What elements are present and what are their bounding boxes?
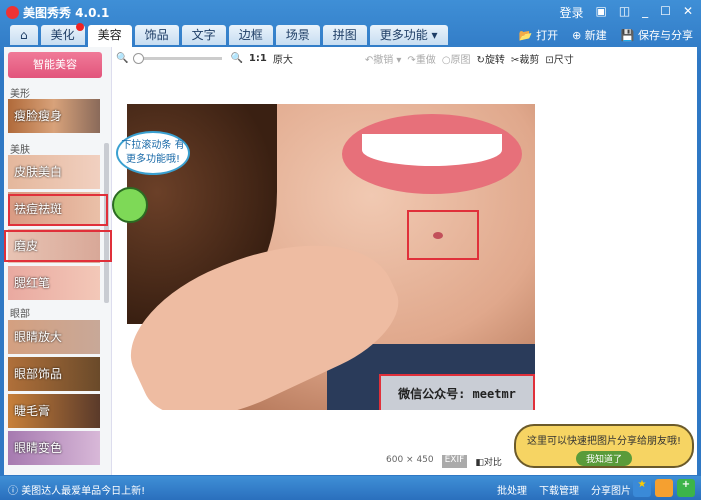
edit-toolbar: 🔍 🔍 1:1 原大 ↶撤销 ▾ ↷重做 ○原图 ↻旋转 ✂裁剪 ⊡尺寸	[116, 49, 697, 67]
news-link[interactable]: ⓘ 美图达人最爱单品今日上新!	[8, 482, 145, 497]
news-text: 美图达人最爱单品今日上新!	[21, 486, 146, 497]
close-icon[interactable]: ✕	[683, 4, 693, 21]
tab-label: 美化	[50, 28, 75, 42]
maximize-icon[interactable]: ☐	[660, 4, 671, 21]
app-logo-icon	[6, 6, 19, 19]
zoom-in-icon[interactable]: 🔍	[230, 53, 242, 64]
tab-label: 拼图	[332, 28, 357, 42]
tab-more[interactable]: 更多功能 ▾	[369, 25, 448, 45]
hint-bubble: 下拉滚动条 有更多功能哦!	[116, 131, 190, 175]
title-bar: 美图秀秀 4.0.1	[6, 4, 109, 21]
undo-label: 撤销	[373, 54, 394, 66]
save-share-button[interactable]: 💾 保存与分享	[621, 27, 693, 43]
sidebar-item-whitening[interactable]: 皮肤美白	[8, 155, 100, 189]
tab-collage[interactable]: 拼图	[322, 25, 367, 45]
sidebar-item-eye-accessories[interactable]: 眼部饰品	[8, 357, 100, 391]
image-info: 600 × 450 EXIF ◧对比	[386, 455, 502, 468]
section-title: 美形	[10, 89, 30, 100]
tab-label: 场景	[285, 28, 310, 42]
original-label: 原图	[450, 54, 471, 66]
batch-button[interactable]: 批处理	[497, 482, 527, 497]
redo-label: 重做	[415, 54, 436, 66]
new-label: 新建	[584, 29, 607, 42]
highlight-box	[4, 230, 112, 262]
exif-button[interactable]: EXIF	[441, 455, 468, 468]
tab-accessories[interactable]: 饰品	[134, 25, 179, 45]
tab-scene[interactable]: 场景	[275, 25, 320, 45]
qzone-icon[interactable]: ★	[633, 479, 651, 497]
skin-icon[interactable]: ◫	[619, 4, 630, 21]
tab-home[interactable]: ⌂	[10, 25, 38, 45]
content-area: 智能美容 美形 瘦脸瘦身 美肤 皮肤美白 祛痘祛斑 磨皮 腮红笔 眼部 眼睛放大…	[4, 47, 697, 475]
open-button[interactable]: 📂 打开	[519, 27, 558, 43]
home-icon: ⌂	[20, 28, 28, 42]
new-button[interactable]: ⊕ 新建	[572, 27, 607, 43]
minimize-icon[interactable]: _	[642, 4, 648, 21]
resize-button[interactable]: ⊡尺寸	[545, 51, 573, 66]
status-bar: ⓘ 美图达人最爱单品今日上新! 批处理 下载管理 分享图片 ★ +	[0, 476, 701, 500]
tab-frame[interactable]: 边框	[228, 25, 273, 45]
mascot-icon	[112, 187, 148, 223]
sidebar-item-eye-enlarge[interactable]: 眼睛放大	[8, 320, 100, 354]
sidebar-item-blush[interactable]: 腮红笔	[8, 266, 100, 300]
tab-label: 更多功能 ▾	[379, 28, 438, 42]
tab-beautify[interactable]: 美化	[40, 23, 85, 45]
tab-text[interactable]: 文字	[181, 25, 226, 45]
tab-label: 饰品	[144, 28, 169, 42]
rotate-label: 旋转	[484, 54, 505, 66]
original-button[interactable]: ○原图	[442, 51, 471, 66]
redo-button[interactable]: ↷重做	[407, 51, 435, 66]
zoom-slider[interactable]	[133, 52, 223, 64]
sidebar: 智能美容 美形 瘦脸瘦身 美肤 皮肤美白 祛痘祛斑 磨皮 腮红笔 眼部 眼睛放大…	[4, 47, 112, 475]
open-label: 打开	[536, 29, 559, 42]
highlight-box	[407, 210, 479, 260]
sidebar-item-slim-face[interactable]: 瘦脸瘦身	[8, 99, 100, 133]
original-size-label[interactable]: 原大	[273, 51, 293, 66]
section-title: 美肤	[10, 145, 30, 156]
section-title: 眼部	[10, 309, 30, 320]
app-title: 美图秀秀 4.0.1	[23, 6, 110, 20]
photo-teeth	[362, 134, 502, 166]
tip-text: 这里可以快速把图片分享给朋友哦!	[526, 436, 681, 447]
zoom-out-icon[interactable]: 🔍	[116, 53, 128, 64]
notification-dot	[75, 23, 84, 31]
login-link[interactable]: 登录	[559, 4, 583, 21]
tab-label: 边框	[238, 28, 263, 42]
compare-label: 对比	[483, 458, 502, 468]
smart-beauty-button[interactable]: 智能美容	[8, 52, 102, 78]
share-image-button[interactable]: 分享图片	[591, 482, 631, 497]
image-dimensions: 600 × 450	[386, 455, 434, 465]
crop-label: 裁剪	[519, 54, 540, 66]
undo-button[interactable]: ↶撤销 ▾	[365, 51, 402, 66]
share-tip-popup: 这里可以快速把图片分享给朋友哦! 我知道了	[514, 424, 694, 468]
crop-button[interactable]: ✂裁剪	[511, 51, 539, 66]
app-window: 美图秀秀 4.0.1 登录 ▣ ◫ _ ☐ ✕ ⌂ 美化 美容 饰品 文字 边框 场景…	[0, 0, 701, 500]
download-manager-button[interactable]: 下载管理	[539, 482, 579, 497]
header-actions: 📂 打开 ⊕ 新建 💾 保存与分享	[519, 27, 693, 43]
got-it-button[interactable]: 我知道了	[575, 451, 632, 466]
message-icon[interactable]: ▣	[595, 4, 606, 21]
sidebar-item-eye-color[interactable]: 眼睛变色	[8, 431, 100, 465]
window-controls: 登录 ▣ ◫ _ ☐ ✕	[559, 4, 693, 21]
rotate-button[interactable]: ↻旋转	[477, 51, 505, 66]
main-tabs: ⌂ 美化 美容 饰品 文字 边框 场景 拼图 更多功能 ▾	[10, 23, 448, 47]
tab-beauty[interactable]: 美容	[87, 25, 132, 47]
highlight-box	[8, 194, 108, 226]
tab-label: 美容	[97, 28, 122, 42]
compare-button[interactable]: ◧对比	[475, 455, 502, 468]
save-label: 保存与分享	[638, 29, 693, 42]
size-label: 尺寸	[553, 54, 574, 66]
sidebar-item-mascara[interactable]: 睫毛膏	[8, 394, 100, 428]
watermark-text: 微信公众号: meetmr	[379, 374, 535, 410]
tab-label: 文字	[191, 28, 216, 42]
add-share-icon[interactable]: +	[677, 479, 695, 497]
actual-size-button[interactable]: 1:1	[249, 53, 267, 64]
weibo-icon[interactable]	[655, 479, 673, 497]
